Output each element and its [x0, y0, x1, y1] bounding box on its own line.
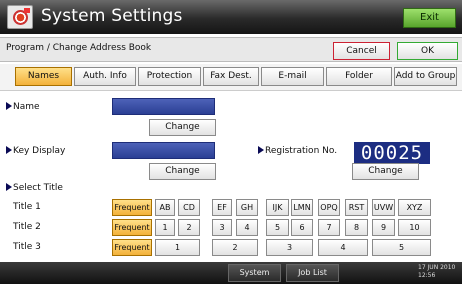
title2-10-button[interactable]: 10	[398, 219, 431, 236]
title2-8-button[interactable]: 8	[345, 219, 368, 236]
title-3-label: Title 3	[13, 242, 41, 252]
job-list-button[interactable]: Job List	[286, 264, 339, 282]
key-display-field[interactable]	[112, 142, 215, 159]
title2-4-button[interactable]: 4	[236, 219, 258, 236]
title3-5-button[interactable]: 5	[372, 239, 431, 256]
title1-ijk-button[interactable]: IJK	[266, 199, 289, 216]
ok-button[interactable]: OK	[397, 42, 458, 60]
key-display-label: Key Display	[6, 146, 65, 156]
title2-6-button[interactable]: 6	[291, 219, 313, 236]
title3-2-button[interactable]: 2	[212, 239, 258, 256]
registration-number: 00025	[354, 142, 430, 164]
tab-email[interactable]: E-mail	[261, 67, 324, 86]
title2-3-button[interactable]: 3	[212, 219, 232, 236]
title1-gh-button[interactable]: GH	[236, 199, 258, 216]
title2-frequent-button[interactable]: Frequent	[112, 219, 152, 236]
title1-cd-button[interactable]: CD	[178, 199, 200, 216]
title3-frequent-button[interactable]: Frequent	[112, 239, 152, 256]
name-change-button[interactable]: Change	[149, 119, 216, 136]
title1-opq-button[interactable]: OPQ	[318, 199, 340, 216]
title2-7-button[interactable]: 7	[318, 219, 340, 236]
title-1-label: Title 1	[13, 202, 41, 212]
title1-ef-button[interactable]: EF	[212, 199, 232, 216]
tab-folder[interactable]: Folder	[326, 67, 392, 86]
registration-change-button[interactable]: Change	[352, 163, 419, 180]
title1-lmn-button[interactable]: LMN	[291, 199, 313, 216]
title-2-label: Title 2	[13, 222, 41, 232]
tab-auth-info[interactable]: Auth. Info	[74, 67, 136, 86]
title3-4-button[interactable]: 4	[318, 239, 368, 256]
tab-protection[interactable]: Protection	[138, 67, 201, 86]
title1-ab-button[interactable]: AB	[155, 199, 175, 216]
select-title-label: Select Title	[6, 183, 63, 193]
date-time: 17 JUN 2010 12:56	[418, 264, 462, 280]
title2-5-button[interactable]: 5	[266, 219, 289, 236]
tab-names[interactable]: Names	[15, 67, 72, 86]
title1-frequent-button[interactable]: Frequent	[112, 199, 152, 216]
name-field[interactable]	[112, 98, 215, 115]
tab-add-to-group[interactable]: Add to Group	[394, 67, 457, 86]
title1-rst-button[interactable]: RST	[345, 199, 368, 216]
camera-icon	[7, 5, 33, 29]
title2-9-button[interactable]: 9	[372, 219, 395, 236]
title1-xyz-button[interactable]: XYZ	[398, 199, 431, 216]
title1-uvw-button[interactable]: UVW	[372, 199, 395, 216]
title3-1-button[interactable]: 1	[155, 239, 200, 256]
arrow-right-icon	[6, 183, 12, 191]
cancel-button[interactable]: Cancel	[333, 42, 390, 60]
registration-label: Registration No.	[258, 146, 337, 156]
title3-3-button[interactable]: 3	[266, 239, 313, 256]
title2-1-button[interactable]: 1	[155, 219, 175, 236]
exit-button[interactable]: Exit	[403, 8, 456, 28]
system-status-button[interactable]: System Status	[228, 264, 281, 282]
time-text: 12:56	[418, 272, 436, 279]
date-text: 17 JUN 2010	[418, 264, 456, 271]
window-title: System Settings	[41, 6, 183, 26]
arrow-right-icon	[6, 102, 12, 110]
page-title: Program / Change Address Book	[6, 43, 152, 53]
title2-2-button[interactable]: 2	[178, 219, 200, 236]
tab-fax-dest[interactable]: Fax Dest.	[203, 67, 259, 86]
arrow-right-icon	[258, 146, 264, 154]
key-display-change-button[interactable]: Change	[149, 163, 216, 180]
arrow-right-icon	[6, 146, 12, 154]
name-label: Name	[6, 102, 40, 112]
